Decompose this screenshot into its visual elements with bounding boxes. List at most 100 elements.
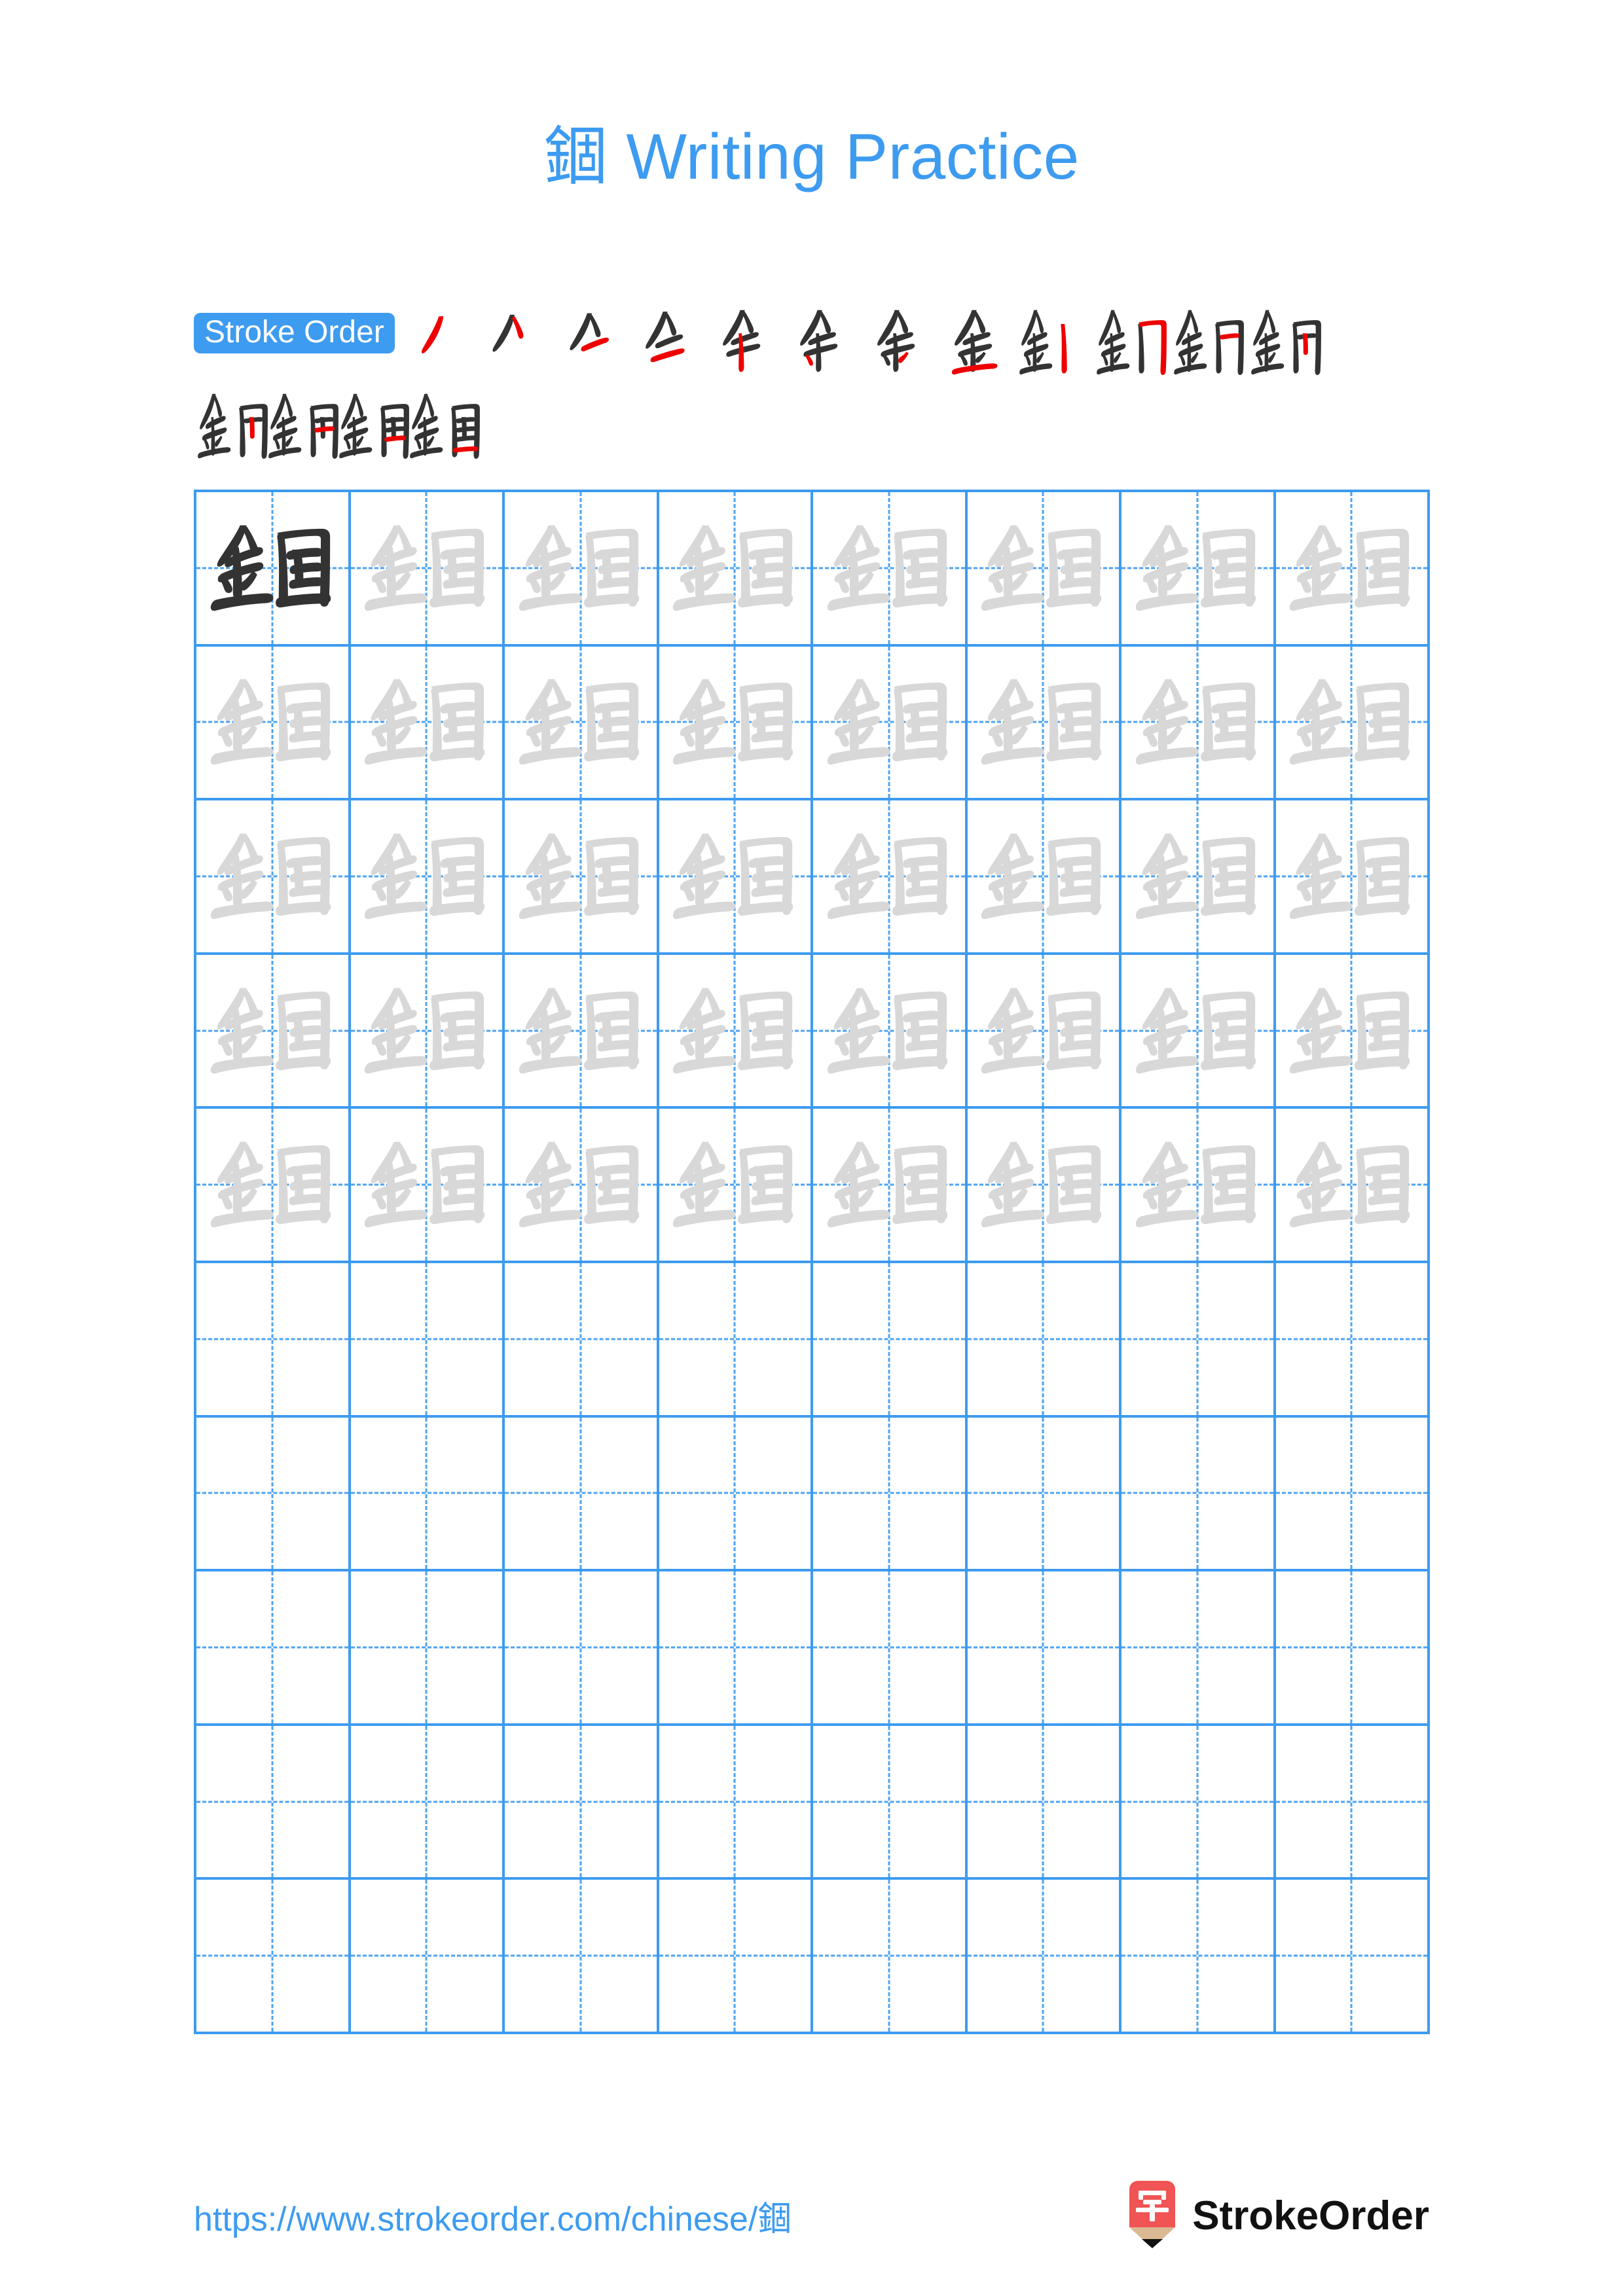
stroke-step-3 <box>553 302 630 380</box>
practice-cell-r7-c2[interactable] <box>350 1417 505 1572</box>
practice-cell-r9-c5[interactable] <box>813 1725 968 1880</box>
practice-cell-r10-c4[interactable] <box>659 1880 813 2034</box>
practice-cell-r7-c6[interactable] <box>967 1417 1122 1572</box>
practice-cell-r10-c7[interactable] <box>1122 1880 1276 2034</box>
practice-cell-r6-c2[interactable] <box>350 1263 505 1418</box>
practice-cell-r4-c3[interactable] <box>505 954 659 1109</box>
practice-cell-r8-c8[interactable] <box>1275 1571 1430 1726</box>
practice-cell-r1-c6[interactable] <box>967 492 1122 647</box>
practice-cell-r1-c7[interactable] <box>1122 492 1276 647</box>
practice-cell-r10-c3[interactable] <box>505 1880 659 2034</box>
practice-cell-r6-c7[interactable] <box>1122 1263 1276 1418</box>
practice-cell-r4-c8[interactable] <box>1275 954 1430 1109</box>
practice-cell-r10-c1[interactable] <box>196 1880 351 2034</box>
practice-cell-r7-c5[interactable] <box>813 1417 968 1572</box>
practice-cell-r8-c6[interactable] <box>967 1571 1122 1726</box>
practice-cell-r9-c6[interactable] <box>967 1725 1122 1880</box>
practice-cell-r1-c1[interactable] <box>196 492 351 647</box>
trace-character <box>351 955 503 1107</box>
practice-cell-r5-c4[interactable] <box>659 1109 813 1263</box>
practice-cell-r7-c7[interactable] <box>1122 1417 1276 1572</box>
page-title: 錮 Writing Practice <box>0 105 1623 198</box>
practice-cell-r3-c2[interactable] <box>350 800 505 955</box>
practice-cell-r4-c4[interactable] <box>659 954 813 1109</box>
practice-cell-r7-c3[interactable] <box>505 1417 659 1572</box>
practice-cell-r5-c1[interactable] <box>196 1109 351 1263</box>
practice-cell-r2-c2[interactable] <box>350 646 505 801</box>
practice-cell-r5-c7[interactable] <box>1122 1109 1276 1263</box>
practice-cell-r5-c5[interactable] <box>813 1109 968 1263</box>
practice-cell-r9-c4[interactable] <box>659 1725 813 1880</box>
guide-line-horizontal <box>505 1801 657 1803</box>
practice-cell-r8-c2[interactable] <box>350 1571 505 1726</box>
practice-cell-r8-c7[interactable] <box>1122 1571 1276 1726</box>
practice-cell-r2-c1[interactable] <box>196 646 351 801</box>
practice-cell-r7-c4[interactable] <box>659 1417 813 1572</box>
guide-line-vertical <box>1042 1571 1044 1723</box>
practice-cell-r2-c6[interactable] <box>967 646 1122 801</box>
practice-cell-r4-c5[interactable] <box>813 954 968 1109</box>
practice-cell-r7-c8[interactable] <box>1275 1417 1430 1572</box>
practice-cell-r8-c4[interactable] <box>659 1571 813 1726</box>
guide-line-horizontal <box>659 1801 811 1803</box>
guide-line-vertical <box>1042 1880 1044 2032</box>
practice-cell-r1-c5[interactable] <box>813 492 968 647</box>
practice-cell-r3-c7[interactable] <box>1122 800 1276 955</box>
guide-line-horizontal <box>196 1338 348 1340</box>
guide-line-horizontal <box>1122 1338 1273 1340</box>
practice-cell-r7-c1[interactable] <box>196 1417 351 1572</box>
practice-cell-r2-c8[interactable] <box>1275 646 1430 801</box>
trace-character <box>196 800 348 952</box>
stroke-order-line-2 <box>194 386 1431 463</box>
practice-cell-r1-c2[interactable] <box>350 492 505 647</box>
practice-cell-r3-c1[interactable] <box>196 800 351 955</box>
practice-cell-r5-c3[interactable] <box>505 1109 659 1263</box>
practice-cell-r6-c6[interactable] <box>967 1263 1122 1418</box>
brand-logo-block[interactable]: StrokeOrder <box>1124 2180 1429 2251</box>
practice-cell-r2-c7[interactable] <box>1122 646 1276 801</box>
practice-cell-r1-c8[interactable] <box>1275 492 1430 647</box>
guide-line-vertical <box>1042 1263 1044 1415</box>
practice-cell-r5-c6[interactable] <box>967 1109 1122 1263</box>
practice-cell-r6-c1[interactable] <box>196 1263 351 1418</box>
practice-cell-r2-c3[interactable] <box>505 646 659 801</box>
practice-cell-r4-c1[interactable] <box>196 954 351 1109</box>
stroke-new-3 <box>581 337 609 351</box>
guide-line-horizontal <box>1122 1492 1273 1494</box>
practice-cell-r6-c5[interactable] <box>813 1263 968 1418</box>
practice-cell-r10-c2[interactable] <box>350 1880 505 2034</box>
practice-cell-r4-c7[interactable] <box>1122 954 1276 1109</box>
practice-cell-r1-c4[interactable] <box>659 492 813 647</box>
practice-cell-r8-c5[interactable] <box>813 1571 968 1726</box>
practice-cell-r9-c3[interactable] <box>505 1725 659 1880</box>
practice-cell-r4-c6[interactable] <box>967 954 1122 1109</box>
stroke-old <box>492 314 515 352</box>
source-url-link[interactable]: https://www.strokeorder.com/chinese/錮 <box>194 2191 792 2240</box>
practice-cell-r2-c4[interactable] <box>659 646 813 801</box>
practice-cell-r9-c2[interactable] <box>350 1725 505 1880</box>
practice-cell-r9-c7[interactable] <box>1122 1725 1276 1880</box>
practice-cell-r3-c6[interactable] <box>967 800 1122 955</box>
practice-grid-wrapper <box>194 490 1430 2034</box>
practice-cell-r6-c8[interactable] <box>1275 1263 1430 1418</box>
practice-cell-r8-c3[interactable] <box>505 1571 659 1726</box>
practice-cell-r3-c5[interactable] <box>813 800 968 955</box>
practice-cell-r10-c5[interactable] <box>813 1880 968 2034</box>
stroke-old <box>1096 310 1130 375</box>
practice-cell-r10-c6[interactable] <box>967 1880 1122 2034</box>
practice-cell-r4-c2[interactable] <box>350 954 505 1109</box>
practice-cell-r9-c1[interactable] <box>196 1725 351 1880</box>
practice-cell-r5-c2[interactable] <box>350 1109 505 1263</box>
practice-cell-r10-c8[interactable] <box>1275 1880 1430 2034</box>
practice-cell-r3-c8[interactable] <box>1275 800 1430 955</box>
practice-cell-r8-c1[interactable] <box>196 1571 351 1726</box>
practice-cell-r3-c4[interactable] <box>659 800 813 955</box>
practice-cell-r3-c3[interactable] <box>505 800 659 955</box>
practice-cell-r9-c8[interactable] <box>1275 1725 1430 1880</box>
practice-cell-r6-c3[interactable] <box>505 1263 659 1418</box>
trace-character <box>1122 1109 1273 1261</box>
practice-cell-r5-c8[interactable] <box>1275 1109 1430 1263</box>
practice-cell-r2-c5[interactable] <box>813 646 968 801</box>
practice-cell-r6-c4[interactable] <box>659 1263 813 1418</box>
practice-cell-r1-c3[interactable] <box>505 492 659 647</box>
